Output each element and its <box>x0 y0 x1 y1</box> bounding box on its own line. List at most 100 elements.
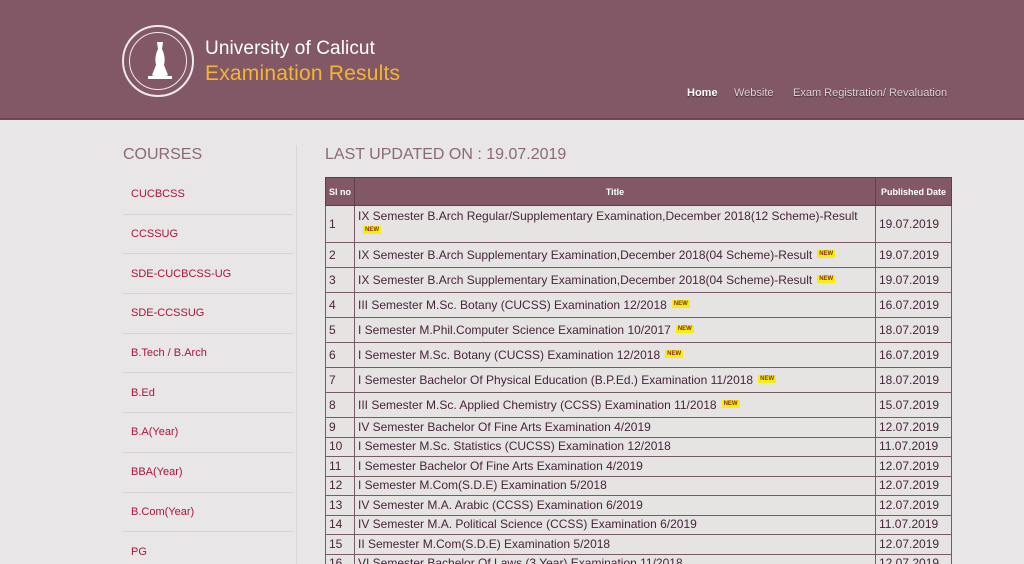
published-date-cell: 19.07.2019 <box>875 242 952 268</box>
published-date-cell: 18.07.2019 <box>875 367 952 393</box>
result-link[interactable]: IX Semester B.Arch Regular/Supplementary… <box>358 209 858 223</box>
table-row: 10 I Semester M.Sc. Statistics (CUCSS) Ex… <box>325 436 952 457</box>
published-date-cell: 18.07.2019 <box>875 317 952 343</box>
published-date-cell: 11.07.2019 <box>875 436 952 457</box>
nav-website-link[interactable]: Website <box>734 87 774 99</box>
last-updated-heading: LAST UPDATED ON : 19.07.2019 <box>325 146 567 163</box>
sl-no-cell: 5 <box>325 317 355 343</box>
table-row: 12 I Semester M.Com(S.D.E) Examination 5/… <box>325 475 952 496</box>
sidebar-item-cucbcss[interactable]: CUCBCSS <box>123 175 293 215</box>
result-title-cell: III Semester M.Sc. Botany (CUCSS) Examin… <box>354 292 876 318</box>
sl-no-cell: 9 <box>325 417 355 438</box>
title-header: Title <box>354 177 876 206</box>
result-title-cell: I Semester M.Sc. Botany (CUCSS) Examinat… <box>354 342 876 368</box>
table-row: 11 I Semester Bachelor Of Fine Arts Exami… <box>325 456 952 477</box>
published-date-cell: 16.07.2019 <box>875 342 952 368</box>
results-table: Sl no Title Published Date 1 IX Semester … <box>325 177 952 564</box>
result-link[interactable]: I Semester Bachelor Of Physical Educatio… <box>358 373 753 387</box>
new-badge: NEW <box>675 324 694 333</box>
published-date-cell: 19.07.2019 <box>875 205 952 243</box>
result-link[interactable]: IX Semester B.Arch Supplementary Examina… <box>358 273 812 287</box>
sl-no-cell: 1 <box>325 205 355 243</box>
result-link[interactable]: I Semester M.Phil.Computer Science Exami… <box>358 323 671 337</box>
sl-no-cell: 15 <box>325 534 355 555</box>
result-title-cell: IX Semester B.Arch Regular/Supplementary… <box>354 205 876 243</box>
nav-exam-registration-link[interactable]: Exam Registration/ Revaluation <box>793 87 947 99</box>
table-row: 5I Semester M.Phil.Computer Science Exam… <box>325 317 952 343</box>
university-name: University of Calicut <box>205 38 375 59</box>
table-row: 7I Semester Bachelor Of Physical Educati… <box>325 367 952 393</box>
sidebar-item-bed[interactable]: B.Ed <box>123 373 293 414</box>
new-badge: NEW <box>817 249 836 258</box>
result-link[interactable]: VI Semester Bachelor Of Laws (3 Year) Ex… <box>358 556 683 564</box>
table-row: 1 IX Semester B.Arch Regular/Supplementar… <box>325 205 952 243</box>
courses-sidebar: CUCBCSS CCSSUG SDE-CUCBCSS-UG SDE-CCSSUG… <box>123 175 293 564</box>
sl-no-cell: 12 <box>325 475 355 496</box>
result-link[interactable]: I Semester M.Sc. Botany (CUCSS) Examinat… <box>358 348 660 362</box>
sl-no-cell: 4 <box>325 292 355 318</box>
nav-home-link[interactable]: Home <box>687 87 718 99</box>
result-link[interactable]: I Semester M.Com(S.D.E) Examination 5/20… <box>358 478 607 492</box>
result-title-cell: I Semester M.Sc. Statistics (CUCSS) Exam… <box>354 436 876 457</box>
result-link[interactable]: IV Semester Bachelor Of Fine Arts Examin… <box>358 420 651 434</box>
published-date-cell: 19.07.2019 <box>875 267 952 293</box>
result-link[interactable]: IV Semester M.A. Arabic (CCSS) Examinati… <box>358 498 643 512</box>
new-badge: NEW <box>671 299 690 308</box>
new-badge: NEW <box>817 274 836 283</box>
published-date-cell: 12.07.2019 <box>875 456 952 477</box>
sl-no-header: Sl no <box>325 177 355 206</box>
sl-no-cell: 6 <box>325 342 355 368</box>
table-header-row: Sl no Title Published Date <box>325 177 952 206</box>
published-date-cell: 12.07.2019 <box>875 553 952 564</box>
new-badge: NEW <box>363 226 381 234</box>
sidebar-item-ccssug[interactable]: CCSSUG <box>123 215 293 255</box>
result-title-cell: I Semester M.Phil.Computer Science Exami… <box>354 317 876 343</box>
result-link[interactable]: IV Semester M.A. Political Science (CCSS… <box>358 517 697 531</box>
result-title-cell: I Semester Bachelor Of Fine Arts Examina… <box>354 456 876 477</box>
sl-no-cell: 14 <box>325 514 355 535</box>
result-link[interactable]: I Semester M.Sc. Statistics (CUCSS) Exam… <box>358 439 671 453</box>
result-link[interactable]: IX Semester B.Arch Supplementary Examina… <box>358 248 812 262</box>
sidebar-item-ba-year[interactable]: B.A(Year) <box>123 413 293 453</box>
sl-no-cell: 8 <box>325 392 355 418</box>
table-row: 16 VI Semester Bachelor Of Laws (3 Year) … <box>325 553 952 564</box>
new-badge: NEW <box>758 374 777 383</box>
published-date-cell: 12.07.2019 <box>875 475 952 496</box>
published-date-cell: 12.07.2019 <box>875 417 952 438</box>
sidebar-item-bcom-year[interactable]: B.Com(Year) <box>123 493 293 533</box>
result-link[interactable]: III Semester M.Sc. Botany (CUCSS) Examin… <box>358 298 667 312</box>
table-row: 3 IX Semester B.Arch Supplementary Examin… <box>325 267 952 293</box>
sl-no-cell: 13 <box>325 495 355 516</box>
sl-no-cell: 7 <box>325 367 355 393</box>
site-header: University of Calicut Examination Result… <box>0 0 1024 120</box>
result-link[interactable]: III Semester M.Sc. Applied Chemistry (CC… <box>358 398 717 412</box>
sidebar-item-sde-cucbcss-ug[interactable]: SDE-CUCBCSS-UG <box>123 254 293 295</box>
result-title-cell: IX Semester B.Arch Supplementary Examina… <box>354 267 876 293</box>
sl-no-cell: 10 <box>325 436 355 457</box>
sidebar-item-bba-year[interactable]: BBA(Year) <box>123 453 293 493</box>
result-title-cell: I Semester Bachelor Of Physical Educatio… <box>354 367 876 393</box>
column-divider <box>296 145 297 564</box>
result-title-cell: II Semester M.Com(S.D.E) Examination 5/2… <box>354 534 876 555</box>
new-badge: NEW <box>665 349 684 358</box>
table-row: 15 II Semester M.Com(S.D.E) Examination 5… <box>325 534 952 555</box>
sidebar-item-sde-ccssug[interactable]: SDE-CCSSUG <box>123 294 293 334</box>
result-link[interactable]: I Semester Bachelor Of Fine Arts Examina… <box>358 459 643 473</box>
result-link[interactable]: II Semester M.Com(S.D.E) Examination 5/2… <box>358 537 610 551</box>
table-row: 6I Semester M.Sc. Botany (CUCSS) Examina… <box>325 342 952 368</box>
published-date-cell: 12.07.2019 <box>875 495 952 516</box>
sl-no-cell: 16 <box>325 553 355 564</box>
sl-no-cell: 11 <box>325 456 355 477</box>
table-row: 14 IV Semester M.A. Political Science (CC… <box>325 514 952 535</box>
sidebar-item-btech-barch[interactable]: B.Tech / B.Arch <box>123 334 293 374</box>
published-date-header: Published Date <box>875 177 952 206</box>
result-title-cell: IV Semester Bachelor Of Fine Arts Examin… <box>354 417 876 438</box>
sidebar-item-pg[interactable]: PG <box>123 532 293 564</box>
university-seal-icon[interactable] <box>122 25 194 97</box>
published-date-cell: 15.07.2019 <box>875 392 952 418</box>
table-row: 2 IX Semester B.Arch Supplementary Examin… <box>325 242 952 268</box>
table-row: 13 IV Semester M.A. Arabic (CCSS) Examina… <box>325 495 952 516</box>
result-title-cell: IX Semester B.Arch Supplementary Examina… <box>354 242 876 268</box>
published-date-cell: 11.07.2019 <box>875 514 952 535</box>
published-date-cell: 16.07.2019 <box>875 292 952 318</box>
